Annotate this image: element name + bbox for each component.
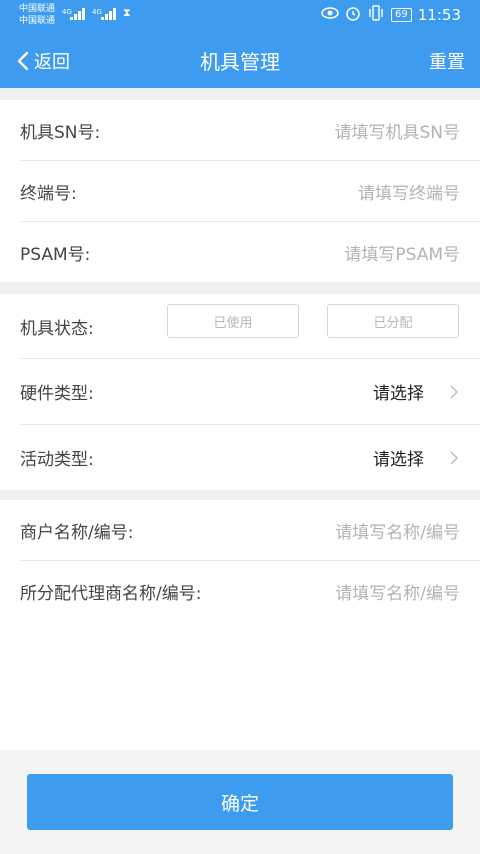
section-divider: [0, 490, 480, 500]
agent-input[interactable]: 请填写名称/编号: [335, 561, 460, 621]
footer-bar: 确定: [0, 750, 480, 854]
psam-input[interactable]: 请填写PSAM号: [344, 222, 460, 282]
status-field: 机具状态: 已使用 已分配: [20, 294, 480, 359]
reset-button[interactable]: 重置: [429, 48, 465, 74]
psam-field[interactable]: PSAM号: 请填写PSAM号: [20, 222, 480, 282]
confirm-button[interactable]: 确定: [27, 774, 453, 830]
merchant-field[interactable]: 商户名称/编号: 请填写名称/编号: [20, 500, 480, 561]
terminal-label: 终端号:: [20, 183, 77, 204]
chevron-right-icon: [450, 425, 458, 490]
status-used-option[interactable]: 已使用: [167, 304, 299, 338]
sn-label: 机具SN号:: [20, 122, 101, 143]
section-divider: [0, 88, 480, 100]
status-time: 11:53: [417, 6, 461, 24]
filter-form: 机具SN号: 请填写机具SN号 终端号: 请填写终端号 PSAM号: 请填写PS…: [0, 88, 480, 621]
merchant-input[interactable]: 请填写名称/编号: [335, 500, 460, 560]
page-title: 机具管理: [200, 50, 280, 74]
hardware-type-select[interactable]: 请选择: [373, 359, 424, 424]
signal-icon: [99, 8, 121, 20]
agent-label: 所分配代理商名称/编号:: [20, 583, 202, 604]
sn-field[interactable]: 机具SN号: 请填写机具SN号: [20, 100, 480, 161]
carrier-2: 中国联通: [19, 16, 56, 26]
sn-input[interactable]: 请填写机具SN号: [334, 100, 460, 160]
top-bar: 中国联通 中国联通 4G 4G ⧗ 69 11:53 返回 机具管理 重置: [0, 0, 480, 88]
agent-field[interactable]: 所分配代理商名称/编号: 请填写名称/编号: [20, 561, 480, 621]
status-label: 机具状态:: [20, 318, 94, 339]
status-assigned-option[interactable]: 已分配: [327, 304, 459, 338]
alarm-icon: [345, 5, 361, 25]
carrier-1: 中国联通: [19, 4, 56, 14]
eye-icon: [321, 7, 339, 23]
activity-type-label: 活动类型:: [20, 450, 94, 470]
chevron-right-icon: [450, 359, 458, 424]
merchant-label: 商户名称/编号:: [20, 522, 134, 543]
activity-type-select[interactable]: 请选择: [373, 425, 424, 490]
vibrate-icon: [367, 5, 385, 25]
hardware-type-field[interactable]: 硬件类型: 请选择: [20, 359, 480, 425]
hourglass-icon: ⧗: [123, 6, 131, 19]
psam-label: PSAM号:: [20, 244, 91, 265]
section-divider: [0, 282, 480, 294]
terminal-field[interactable]: 终端号: 请填写终端号: [20, 161, 480, 222]
terminal-input[interactable]: 请填写终端号: [358, 161, 460, 221]
activity-type-field[interactable]: 活动类型: 请选择: [20, 425, 480, 490]
status-right: 69 11:53: [321, 5, 461, 25]
status-bar: 中国联通 中国联通 4G 4G ⧗ 69 11:53: [0, 0, 480, 30]
hardware-type-label: 硬件类型:: [20, 384, 94, 404]
battery-icon: 69: [391, 8, 412, 22]
signal-icon: [68, 8, 90, 20]
carrier-labels: 中国联通 中国联通: [19, 3, 55, 27]
navigation-bar: 返回 机具管理 重置: [0, 30, 480, 88]
